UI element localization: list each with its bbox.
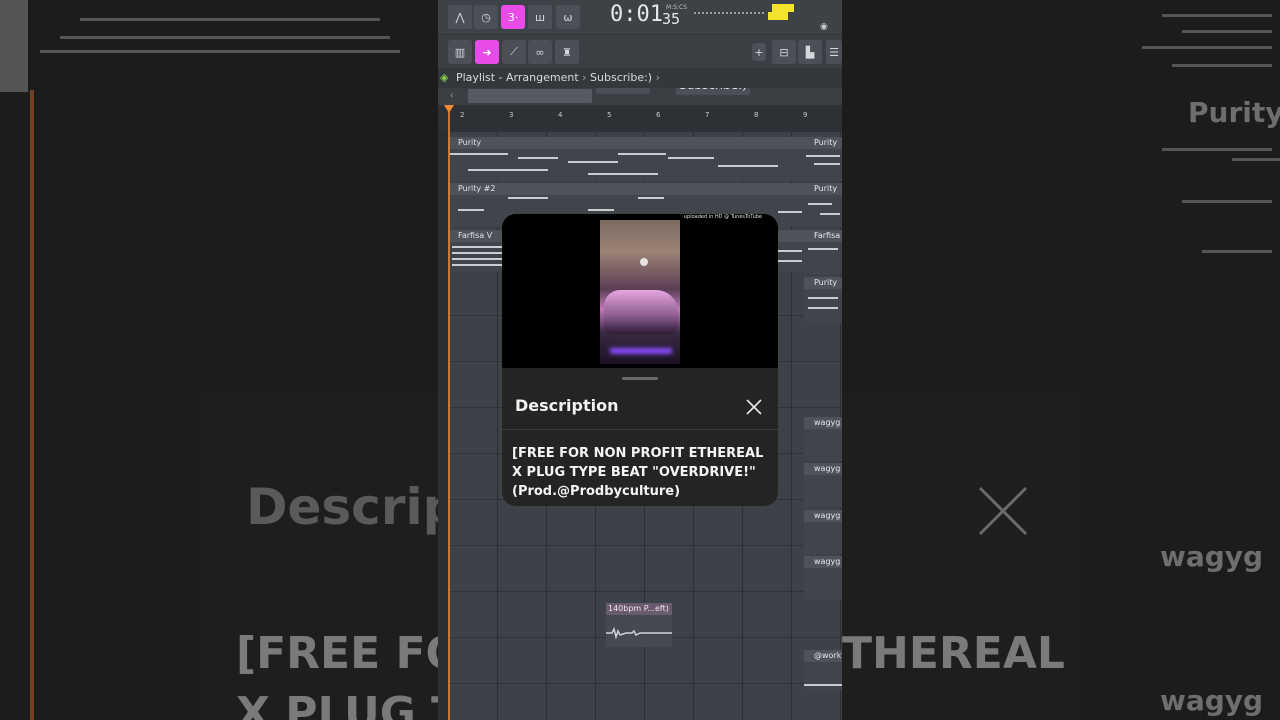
divider xyxy=(502,429,778,430)
playhead-marker-icon[interactable] xyxy=(444,105,454,113)
description-title: Description xyxy=(515,396,619,415)
playlist-icon: ◈ xyxy=(440,71,449,84)
clip-purity-right[interactable]: Purity xyxy=(804,137,842,181)
add-pattern-button[interactable]: + xyxy=(752,43,766,61)
stamp-icon[interactable]: ♜ xyxy=(555,40,579,64)
clip-wagy-4[interactable]: wagyg xyxy=(804,556,842,600)
link-icon[interactable]: ∞ xyxy=(528,40,552,64)
breadcrumb: ◈ Playlist - Arrangement › Subscribe:) › xyxy=(438,68,842,88)
cpu-meter xyxy=(772,4,794,12)
clip-purity-header[interactable]: Purity xyxy=(448,137,804,149)
piano-roll-icon[interactable]: ▥ xyxy=(448,40,472,64)
top-toolbar: ⋀ ◷ 3· ш ω 0:01 M:S:CS 35 ◉ xyxy=(438,0,842,34)
clip-farfisa-right[interactable]: Farfisa xyxy=(804,230,842,274)
bg-purity-clip: Purity xyxy=(1188,96,1280,129)
close-icon[interactable] xyxy=(745,398,763,416)
clip-purity3-right-label: Purity xyxy=(804,277,842,289)
channel-rack-icon[interactable]: ⊟ xyxy=(772,40,796,64)
breadcrumb-path[interactable]: Playlist - Arrangement xyxy=(456,71,579,84)
bg-xplug-text: X PLUG T xyxy=(236,688,438,720)
bg-description-text: Descrip xyxy=(246,478,438,536)
bg-wagy-clip: wagyg xyxy=(1160,540,1264,573)
breadcrumb-arrow-icon: › xyxy=(655,71,660,84)
ruler-tick: 9 xyxy=(803,111,808,119)
bg-wagy-clip-2: wagyg xyxy=(1160,684,1264,717)
description-text: [FREE FOR NON PROFIT ETHEREAL X PLUG TYP… xyxy=(512,446,764,499)
clip-work[interactable]: @work xyxy=(804,650,842,690)
drag-handle[interactable] xyxy=(622,377,658,380)
time-display[interactable]: 0:01 xyxy=(610,2,663,27)
metronome-button[interactable]: ⋀ xyxy=(448,5,472,29)
ruler-tick: 5 xyxy=(607,111,612,119)
time-centiseconds: 35 xyxy=(662,10,681,28)
playhead[interactable] xyxy=(448,110,450,720)
track-headers-strip xyxy=(438,131,448,720)
background-right-panel: Purity THEREAL wagyg wagyg xyxy=(842,0,1280,720)
horizontal-scrollbar[interactable] xyxy=(468,89,592,103)
video-player[interactable]: uploaded in HD @ TunesToTube xyxy=(502,214,778,368)
ruler-tick: 3 xyxy=(509,111,514,119)
clip-farfisa-right-label: Farfisa xyxy=(804,230,842,242)
scroll-left-icon[interactable]: ‹ xyxy=(450,91,454,101)
eye-icon[interactable]: ◉ xyxy=(820,22,828,32)
clip-wagy-3-label: wagyg xyxy=(804,510,842,522)
clip-purity2-right[interactable]: Purity xyxy=(804,183,842,227)
wait-record-button[interactable]: ◷ xyxy=(474,5,498,29)
ruler-tick: 8 xyxy=(754,111,759,119)
memory-meter xyxy=(768,12,788,20)
breadcrumb-current[interactable]: Subscribe:) xyxy=(590,71,652,84)
clip-wagy-2-label: wagyg xyxy=(804,463,842,475)
video-watermark: uploaded in HD @ TunesToTube xyxy=(683,214,762,220)
clip-wagy-1-label: wagyg xyxy=(804,417,842,429)
audio-clip-label: 140bpm P...eft) xyxy=(606,603,672,615)
audio-waveform xyxy=(606,626,672,640)
clip-purity-right-label: Purity xyxy=(804,137,842,149)
background-left-panel: Descrip [FREE FO X PLUG T xyxy=(0,0,438,720)
clip-work-label: @work xyxy=(804,650,842,662)
mixer-icon[interactable]: ▙ xyxy=(798,40,822,64)
clip-purity3-right[interactable]: Purity xyxy=(804,277,842,323)
oscilloscope xyxy=(694,12,764,22)
clip-purity[interactable] xyxy=(448,149,804,181)
arrow-tool-icon[interactable]: ➜ xyxy=(475,40,499,64)
description-panel: Description [FREE FOR NON PROFIT ETHEREA… xyxy=(502,368,778,506)
paint-tool-icon[interactable]: ⟋ xyxy=(502,40,526,64)
bg-close-icon xyxy=(978,486,1028,536)
countdown-button[interactable]: 3· xyxy=(501,5,525,29)
playlist-toolbar: ▥ ➜ ⟋ ∞ ♜ ∩ Line ▸ Subscribe:) + ⊟ ▙ ☰ xyxy=(438,34,842,95)
bg-ethereal-text: THEREAL xyxy=(842,628,1065,679)
ruler-tick: 4 xyxy=(558,111,563,119)
clip-wagy-1[interactable]: wagyg xyxy=(804,417,842,461)
audio-clip-140bpm[interactable]: 140bpm P...eft) xyxy=(606,603,672,647)
step-edit-button[interactable]: ш xyxy=(528,5,552,29)
clip-purity2-right-label: Purity xyxy=(804,183,842,195)
clip-wagy-3[interactable]: wagyg xyxy=(804,510,842,554)
ruler-tick: 7 xyxy=(705,111,710,119)
clip-wagy-4-label: wagyg xyxy=(804,556,842,568)
browser-icon[interactable]: ☰ xyxy=(826,40,842,64)
timeline-ruler[interactable]: 2 3 4 5 6 7 8 9 xyxy=(438,105,842,131)
clip-purity2-header[interactable]: Purity #2 xyxy=(448,183,804,195)
loop-record-button[interactable]: ω xyxy=(556,5,580,29)
clip-wagy-2[interactable]: wagyg xyxy=(804,463,842,507)
video-thumbnail[interactable] xyxy=(600,220,680,364)
bg-free-text: [FREE FO xyxy=(236,628,438,679)
ruler-tick: 2 xyxy=(460,111,465,119)
ruler-tick: 6 xyxy=(656,111,661,119)
breadcrumb-separator: › xyxy=(582,71,587,84)
